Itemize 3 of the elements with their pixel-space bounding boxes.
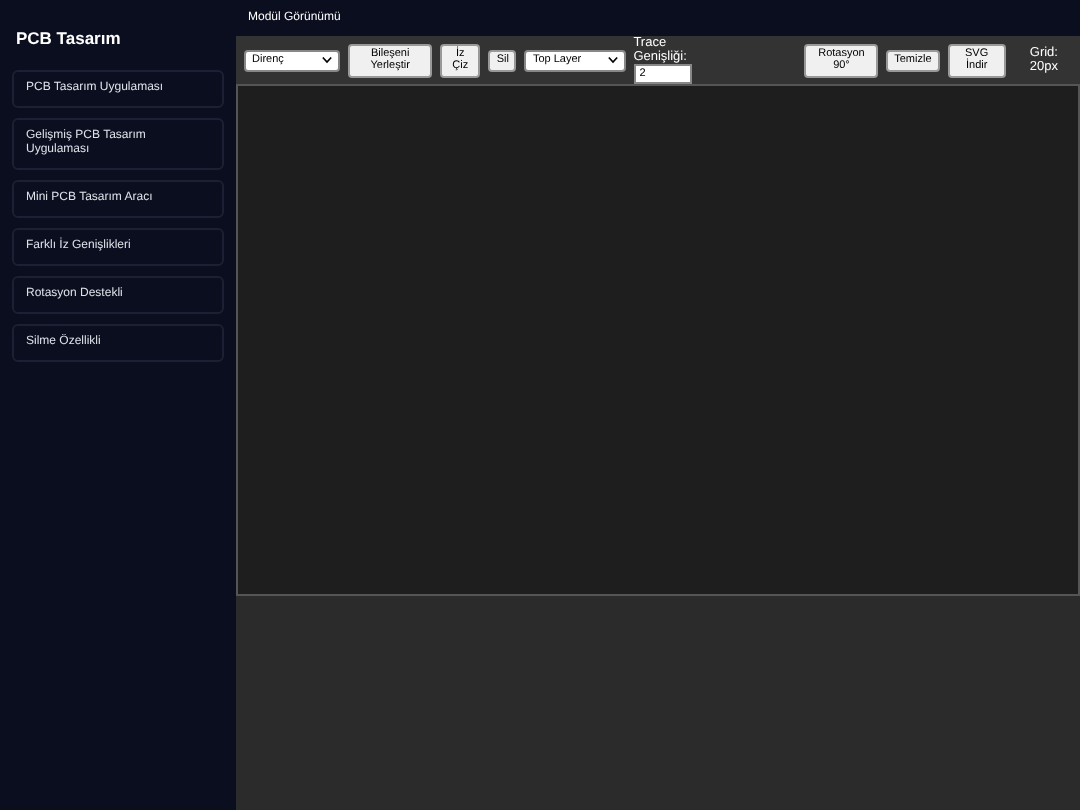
sidebar-title: PCB Tasarım	[14, 26, 123, 52]
caret-icon	[607, 56, 618, 64]
caret-icon	[322, 56, 333, 64]
